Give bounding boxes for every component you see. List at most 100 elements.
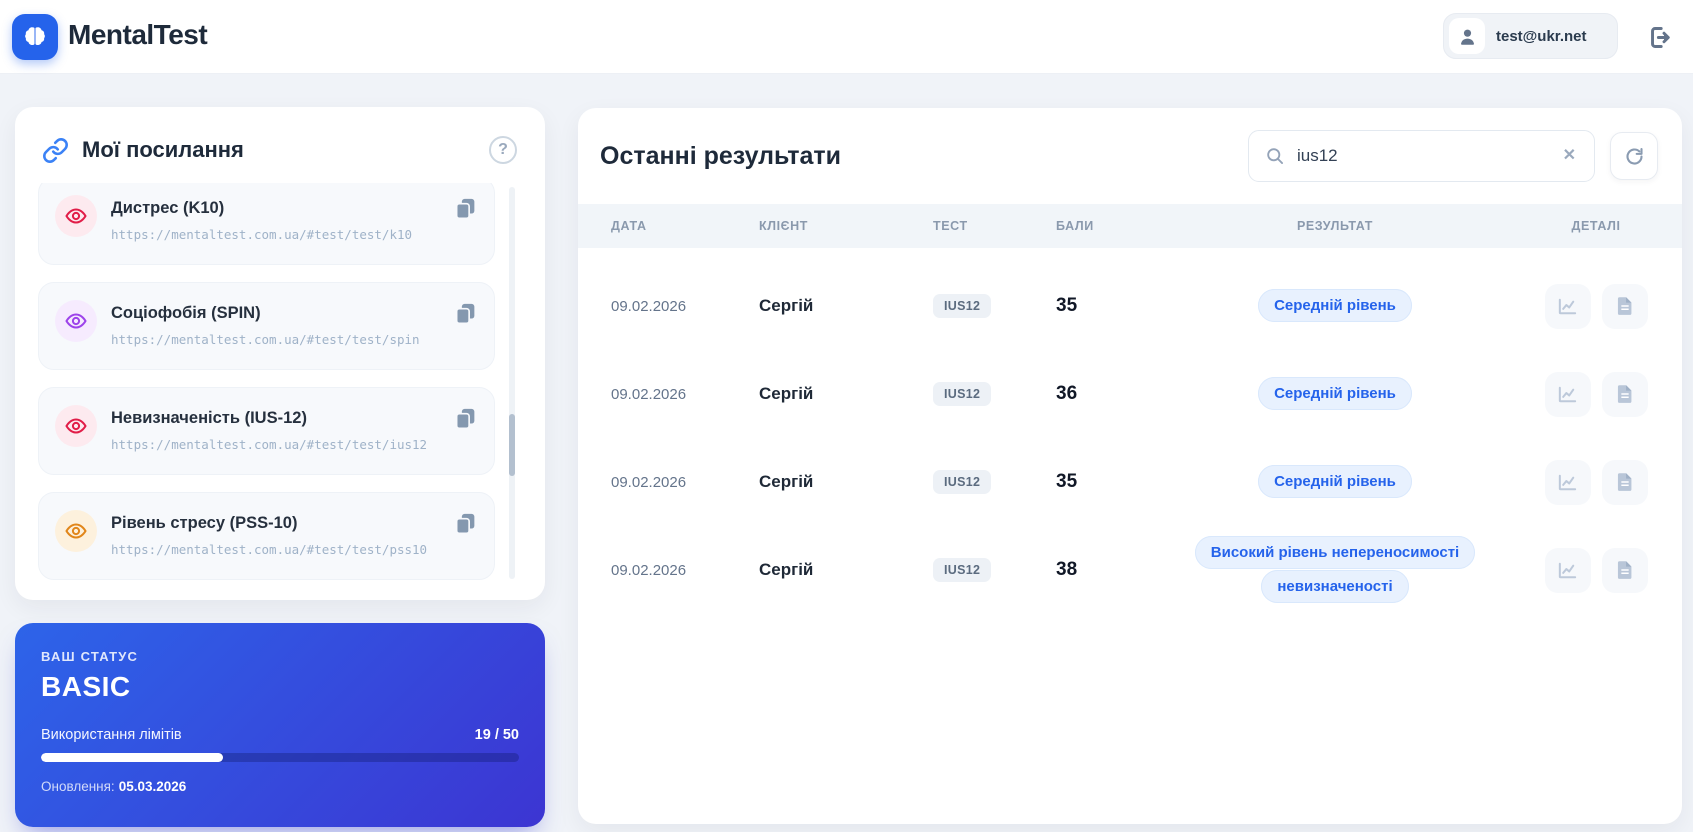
result-date: 09.02.2026	[611, 385, 687, 403]
copy-link-button[interactable]	[450, 193, 480, 223]
result-date: 09.02.2026	[611, 561, 687, 579]
links-panel: Мої посилання ? Дистрес (K10) https://me…	[15, 107, 545, 600]
result-row: 09.02.2026 Сергій IUS12 35 Середній ріве…	[578, 262, 1682, 350]
copy-link-button[interactable]	[450, 298, 480, 328]
column-test: ТЕСТ	[933, 219, 968, 233]
user-email: test@ukr.net	[1496, 27, 1587, 45]
renewal-label: Оновлення:	[41, 779, 115, 794]
eye-icon	[55, 510, 97, 552]
line-chart-icon	[1556, 295, 1579, 318]
help-icon[interactable]: ?	[489, 136, 517, 164]
usage-progress-bar	[41, 753, 519, 762]
refresh-button[interactable]	[1610, 132, 1658, 180]
column-client: КЛІЄНТ	[759, 219, 809, 233]
link-item-url: https://mentaltest.com.ua/#test/test/pss…	[111, 542, 428, 557]
link-item-k10[interactable]: Дистрес (K10) https://mentaltest.com.ua/…	[38, 183, 495, 265]
copy-link-button[interactable]	[450, 508, 480, 538]
eye-icon	[55, 405, 97, 447]
clear-search-icon[interactable]: ✕	[1559, 144, 1580, 168]
sign-out-icon	[1646, 24, 1673, 51]
document-icon	[1614, 559, 1636, 581]
result-row: 09.02.2026 Сергій IUS12 38 Високий рівен…	[578, 526, 1682, 614]
result-score: 35	[1056, 471, 1078, 492]
report-details-button[interactable]	[1601, 371, 1648, 417]
refresh-icon	[1624, 146, 1645, 167]
usage-label: Використання лімітів	[41, 727, 182, 743]
line-chart-icon	[1556, 383, 1579, 406]
brain-icon	[21, 23, 49, 51]
links-panel-header: Мої посилання ?	[42, 129, 517, 171]
results-panel: Останні результати ✕ ДАТА КЛІЄНТ ТЕСТ БА…	[578, 108, 1682, 824]
copy-icon	[453, 406, 478, 431]
avatar	[1449, 18, 1485, 54]
result-client: Сергій	[759, 384, 814, 403]
report-details-button[interactable]	[1601, 547, 1648, 593]
search-input[interactable]	[1297, 146, 1559, 166]
line-chart-icon	[1556, 471, 1579, 494]
chain-link-icon	[42, 137, 69, 164]
status-card: ВАШ СТАТУС BASIC Використання лімітів 19…	[15, 623, 545, 827]
result-badge: Середній рівень	[1258, 376, 1412, 410]
result-badge: Середній рівень	[1258, 464, 1412, 498]
link-item-url: https://mentaltest.com.ua/#test/test/k10	[111, 227, 413, 242]
link-item-url: https://mentaltest.com.ua/#test/test/ius…	[111, 437, 428, 452]
eye-icon	[55, 300, 97, 342]
result-date: 09.02.2026	[611, 473, 687, 491]
document-icon	[1614, 383, 1636, 405]
column-date: ДАТА	[611, 219, 647, 233]
usage-value: 19 / 50	[474, 727, 519, 743]
chart-details-button[interactable]	[1544, 371, 1591, 417]
link-item-text: Невизначеність (IUS-12) https://mentalte…	[111, 403, 427, 474]
column-result: РЕЗУЛЬТАТ	[1296, 219, 1374, 233]
link-item-text: Соціофобія (SPIN) https://mentaltest.com…	[111, 298, 420, 369]
link-item-text: Дистрес (K10) https://mentaltest.com.ua/…	[111, 193, 412, 264]
logout-button[interactable]	[1641, 21, 1677, 53]
result-badge: Середній рівень	[1258, 288, 1412, 322]
report-details-button[interactable]	[1601, 459, 1648, 505]
renewal-info: Оновлення: 05.03.2026	[41, 779, 519, 794]
result-client: Сергій	[759, 560, 814, 579]
link-item-spin[interactable]: Соціофобія (SPIN) https://mentaltest.com…	[38, 282, 495, 370]
eye-icon	[55, 195, 97, 237]
person-icon	[1457, 26, 1478, 47]
copy-icon	[453, 301, 478, 326]
search-icon	[1265, 146, 1285, 166]
usage-row: Використання лімітів 19 / 50	[41, 727, 519, 743]
copy-link-button[interactable]	[450, 403, 480, 433]
copy-icon	[453, 196, 478, 221]
links-panel-title: Мої посилання	[82, 137, 244, 162]
renewal-date: 05.03.2026	[118, 779, 187, 794]
test-badge: IUS12	[933, 382, 992, 406]
link-item-ius12[interactable]: Невизначеність (IUS-12) https://mentalte…	[38, 387, 495, 475]
app-header: MentalTest test@ukr.net	[0, 0, 1693, 73]
links-list: Дистрес (K10) https://mentaltest.com.ua/…	[38, 183, 495, 586]
test-badge: IUS12	[933, 470, 992, 494]
result-score: 36	[1056, 383, 1078, 404]
result-score: 35	[1056, 295, 1078, 316]
app-title: MentalTest	[68, 19, 208, 50]
document-icon	[1614, 471, 1636, 493]
report-details-button[interactable]	[1601, 283, 1648, 329]
test-badge: IUS12	[933, 558, 992, 582]
chart-details-button[interactable]	[1544, 283, 1591, 329]
link-item-pss10[interactable]: Рівень стресу (PSS-10) https://mentaltes…	[38, 492, 495, 580]
result-client: Сергій	[759, 296, 814, 315]
link-item-title: Рівень стресу (PSS-10)	[111, 514, 298, 532]
link-item-title: Невизначеність (IUS-12)	[111, 409, 307, 427]
results-title: Останні результати	[600, 141, 841, 170]
usage-progress-fill	[41, 753, 223, 762]
links-scrollbar[interactable]	[509, 187, 515, 579]
user-menu[interactable]: test@ukr.net	[1443, 13, 1618, 59]
result-row: 09.02.2026 Сергій IUS12 36 Середній ріве…	[578, 350, 1682, 438]
app-logo[interactable]	[12, 14, 58, 60]
link-item-url: https://mentaltest.com.ua/#test/test/spi…	[111, 332, 420, 347]
scrollbar-thumb[interactable]	[509, 414, 515, 476]
results-table-header: ДАТА КЛІЄНТ ТЕСТ БАЛИ РЕЗУЛЬТАТ ДЕТАЛІ	[578, 204, 1682, 248]
result-badge: Високий рівень непереносимості невизначе…	[1194, 535, 1476, 603]
result-row: 09.02.2026 Сергій IUS12 35 Середній ріве…	[578, 438, 1682, 526]
copy-icon	[453, 511, 478, 536]
result-score: 38	[1056, 559, 1078, 580]
chart-details-button[interactable]	[1544, 547, 1591, 593]
chart-details-button[interactable]	[1544, 459, 1591, 505]
search-box: ✕	[1248, 130, 1595, 182]
